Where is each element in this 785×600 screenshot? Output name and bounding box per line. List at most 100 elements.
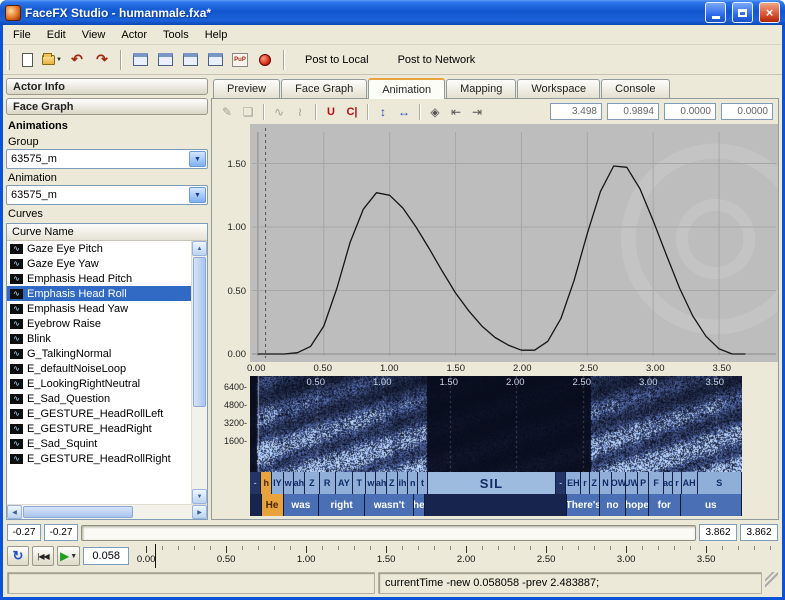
fit-vertical-icon[interactable]: ↕ [373,102,393,121]
curve-list-item[interactable]: ∿E_Sad_Squint [7,436,191,451]
title-bar[interactable]: FaceFX Studio - humanmale.fxa* × [0,0,785,25]
undo-button[interactable]: ↶ [66,49,88,71]
curve-editor[interactable] [250,124,778,362]
close-button[interactable]: × [759,2,780,23]
word-cell[interactable] [250,494,262,516]
phoneme-cell[interactable]: - [556,472,566,494]
insert-key-icon[interactable]: ∿ [269,102,289,121]
chevron-down-icon[interactable]: ▼ [189,187,206,203]
horizontal-scrollbar[interactable]: ◀ ▶ [7,504,207,519]
phoneme-cell[interactable]: w [284,472,294,494]
spectrogram-canvas[interactable] [250,376,742,472]
time-range-slider[interactable] [81,525,696,541]
curve-list-item[interactable]: ∿Gaze Eye Pitch [7,241,191,256]
animation-widget-button[interactable] [179,49,201,71]
phoneme-cell[interactable]: R [320,472,336,494]
word-cell[interactable]: right [319,494,365,516]
menu-tools[interactable]: Tools [155,27,197,43]
word-cell[interactable]: for [649,494,681,516]
word-cell[interactable]: no [600,494,626,516]
phoneme-cell[interactable]: - [250,472,261,494]
edit-curve-icon[interactable]: ✎ [217,102,237,121]
next-key-icon[interactable]: ⇥ [467,102,487,121]
curve-list-item[interactable]: ∿Emphasis Head Roll [7,286,191,301]
word-cell[interactable] [425,494,568,516]
tab-mapping[interactable]: Mapping [446,79,516,98]
new-actor-button[interactable] [16,49,38,71]
toolbar-drag-handle[interactable] [7,50,10,70]
phoneme-cell[interactable]: r [673,472,681,494]
word-cell[interactable]: There's [567,494,600,516]
curve-list-item[interactable]: ∿E_defaultNoiseLoop [7,361,191,376]
curve-list-item[interactable]: ∿Gaze Eye Yaw [7,256,191,271]
phoneme-cell[interactable]: N [600,472,612,494]
word-cell[interactable]: us [681,494,742,516]
curve-list-item[interactable]: ∿E_GESTURE_HeadRollRight [7,451,191,466]
tab-animation[interactable]: Animation [368,78,445,99]
scrollbar-thumb[interactable] [23,506,133,518]
phoneme-cell[interactable]: S [698,472,742,494]
phoneme-cell[interactable]: t [418,472,427,494]
scrollbar-track[interactable] [192,408,207,489]
selection-max-field[interactable]: 0.0000 [721,103,773,120]
play-button[interactable]: ▶▼ [57,546,80,566]
scroll-right-icon[interactable]: ▶ [192,505,207,519]
curve-list-item[interactable]: ∿G_TalkingNormal [7,346,191,361]
menu-actor[interactable]: Actor [113,27,155,43]
curve-list-item[interactable]: ∿Blink [7,331,191,346]
curve-list-item[interactable]: ∿E_GESTURE_HeadRollLeft [7,406,191,421]
menu-file[interactable]: File [5,27,39,43]
scroll-up-icon[interactable]: ▲ [192,241,207,256]
curve-list-item[interactable]: ∿E_GESTURE_HeadRight [7,421,191,436]
phoneme-bar-button[interactable]: PuP [229,49,251,71]
tab-face-graph[interactable]: Face Graph [281,79,367,98]
word-cell[interactable]: hope [626,494,649,516]
redo-button[interactable]: ↷ [91,49,113,71]
maximize-button[interactable] [732,2,753,23]
tab-workspace[interactable]: Workspace [517,79,600,98]
menu-help[interactable]: Help [197,27,236,43]
copy-curve-icon[interactable]: ❏ [238,102,258,121]
animation-combobox[interactable]: 63575_m ▼ [6,185,208,205]
minimize-button[interactable] [705,2,726,23]
phoneme-cell[interactable]: AY [336,472,354,494]
word-cell[interactable]: was [284,494,319,516]
phoneme-cell[interactable]: Z [590,472,600,494]
actor-info-header[interactable]: Actor Info [6,78,208,95]
min-value-field[interactable]: -0.27 [7,524,41,541]
curve-list-item[interactable]: ∿Eyebrow Raise [7,316,191,331]
app-icon[interactable] [5,5,21,21]
phoneme-cell[interactable]: IY [272,472,283,494]
audio-spectrogram[interactable]: 0.501.001.502.002.503.003.50 [250,376,742,472]
phoneme-cell[interactable]: Z [305,472,320,494]
phoneme-cell[interactable]: ao [664,472,673,494]
word-cell-active[interactable]: He [262,494,284,516]
cursor-time-field[interactable]: 3.498 [550,103,602,120]
menu-edit[interactable]: Edit [39,27,74,43]
selection-min-field[interactable]: 0.0000 [664,103,716,120]
phoneme-cell[interactable]: F [649,472,664,494]
post-to-local-button[interactable]: Post to Local [292,49,382,71]
phoneme-cell[interactable]: r [581,472,589,494]
scrollbar-thumb[interactable] [193,257,206,407]
face-graph-header[interactable]: Face Graph [6,98,208,115]
phoneme-cell[interactable]: OW [612,472,626,494]
preview-widget-button[interactable] [204,49,226,71]
delete-key-icon[interactable]: ≀ [290,102,310,121]
duration-field[interactable]: 3.862 [740,524,778,541]
curve-name-column-header[interactable]: Curve Name [7,224,207,241]
phoneme-cell[interactable]: EH [566,472,581,494]
phoneme-cell[interactable]: ah [376,472,386,494]
vertical-scrollbar[interactable]: ▲ ▼ [191,241,207,504]
prev-key-icon[interactable]: ⇤ [446,102,466,121]
word-cell[interactable]: he [414,494,425,516]
tangent-icon[interactable]: ◈ [425,102,445,121]
phoneme-cell[interactable]: UW [626,472,638,494]
current-time-field[interactable]: 0.058 [83,547,129,565]
cursor-value-field[interactable]: 0.9894 [607,103,659,120]
curve-list-item[interactable]: ∿E_LookingRightNeutral [7,376,191,391]
tab-console[interactable]: Console [601,79,669,98]
timeline-ruler[interactable]: 0.000.501.001.502.002.503.003.50 [132,544,778,568]
phoneme-cell[interactable]: AH [682,472,698,494]
scroll-left-icon[interactable]: ◀ [7,505,22,519]
